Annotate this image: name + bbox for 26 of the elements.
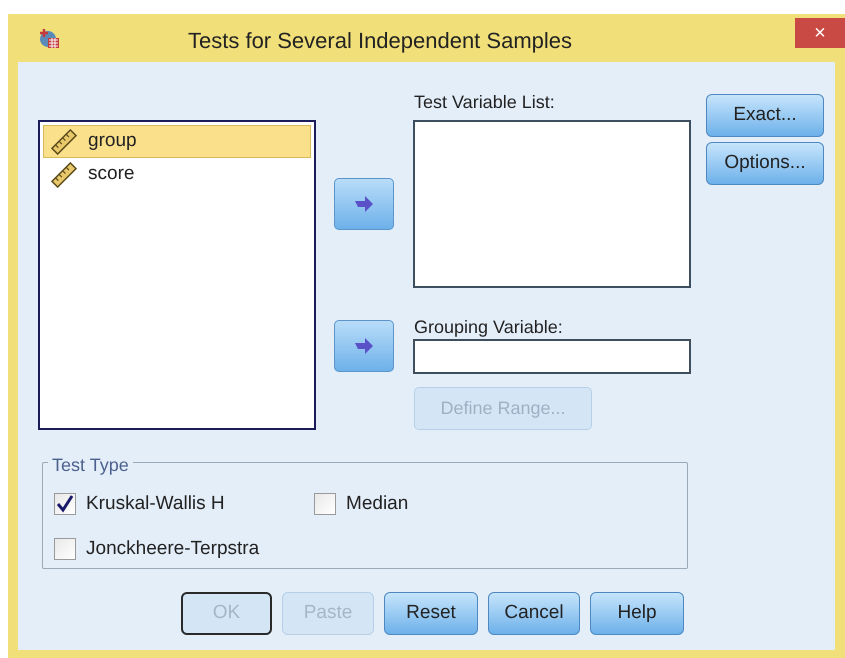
app-icon [38,27,60,49]
move-right-button[interactable] [334,178,394,230]
source-variable-list[interactable]: group score [38,120,316,430]
field-label: Grouping Variable: [414,316,563,339]
test-variable-list[interactable] [413,120,691,288]
dialog-button[interactable]: Reset [384,592,478,635]
checkbox[interactable] [54,493,76,516]
variable-item[interactable]: score [43,158,311,191]
checkmark-icon [56,495,74,514]
arrow-icon [354,195,374,213]
grouping-variable-field[interactable] [413,339,691,374]
dialog-button[interactable]: Help [590,592,684,635]
checkbox-label: Jonckheere-Terpstra [86,536,260,560]
field-label: Test Variable List: [414,91,555,114]
window-title: Tests for Several Independent Samples [188,27,572,55]
checkbox[interactable] [314,493,336,516]
move-right-button[interactable] [334,320,394,372]
dialog-button[interactable]: Cancel [488,592,580,635]
arrow-icon [354,337,374,355]
checkbox-label: Kruskal-Wallis H [86,492,225,516]
dialog-button[interactable]: Exact... [706,94,824,137]
checkbox-label: Median [346,492,408,516]
variable-item[interactable]: group [43,125,311,158]
close-button[interactable]: × [795,18,845,48]
dialog-button[interactable]: Options... [706,142,824,185]
checkbox[interactable] [54,538,76,560]
